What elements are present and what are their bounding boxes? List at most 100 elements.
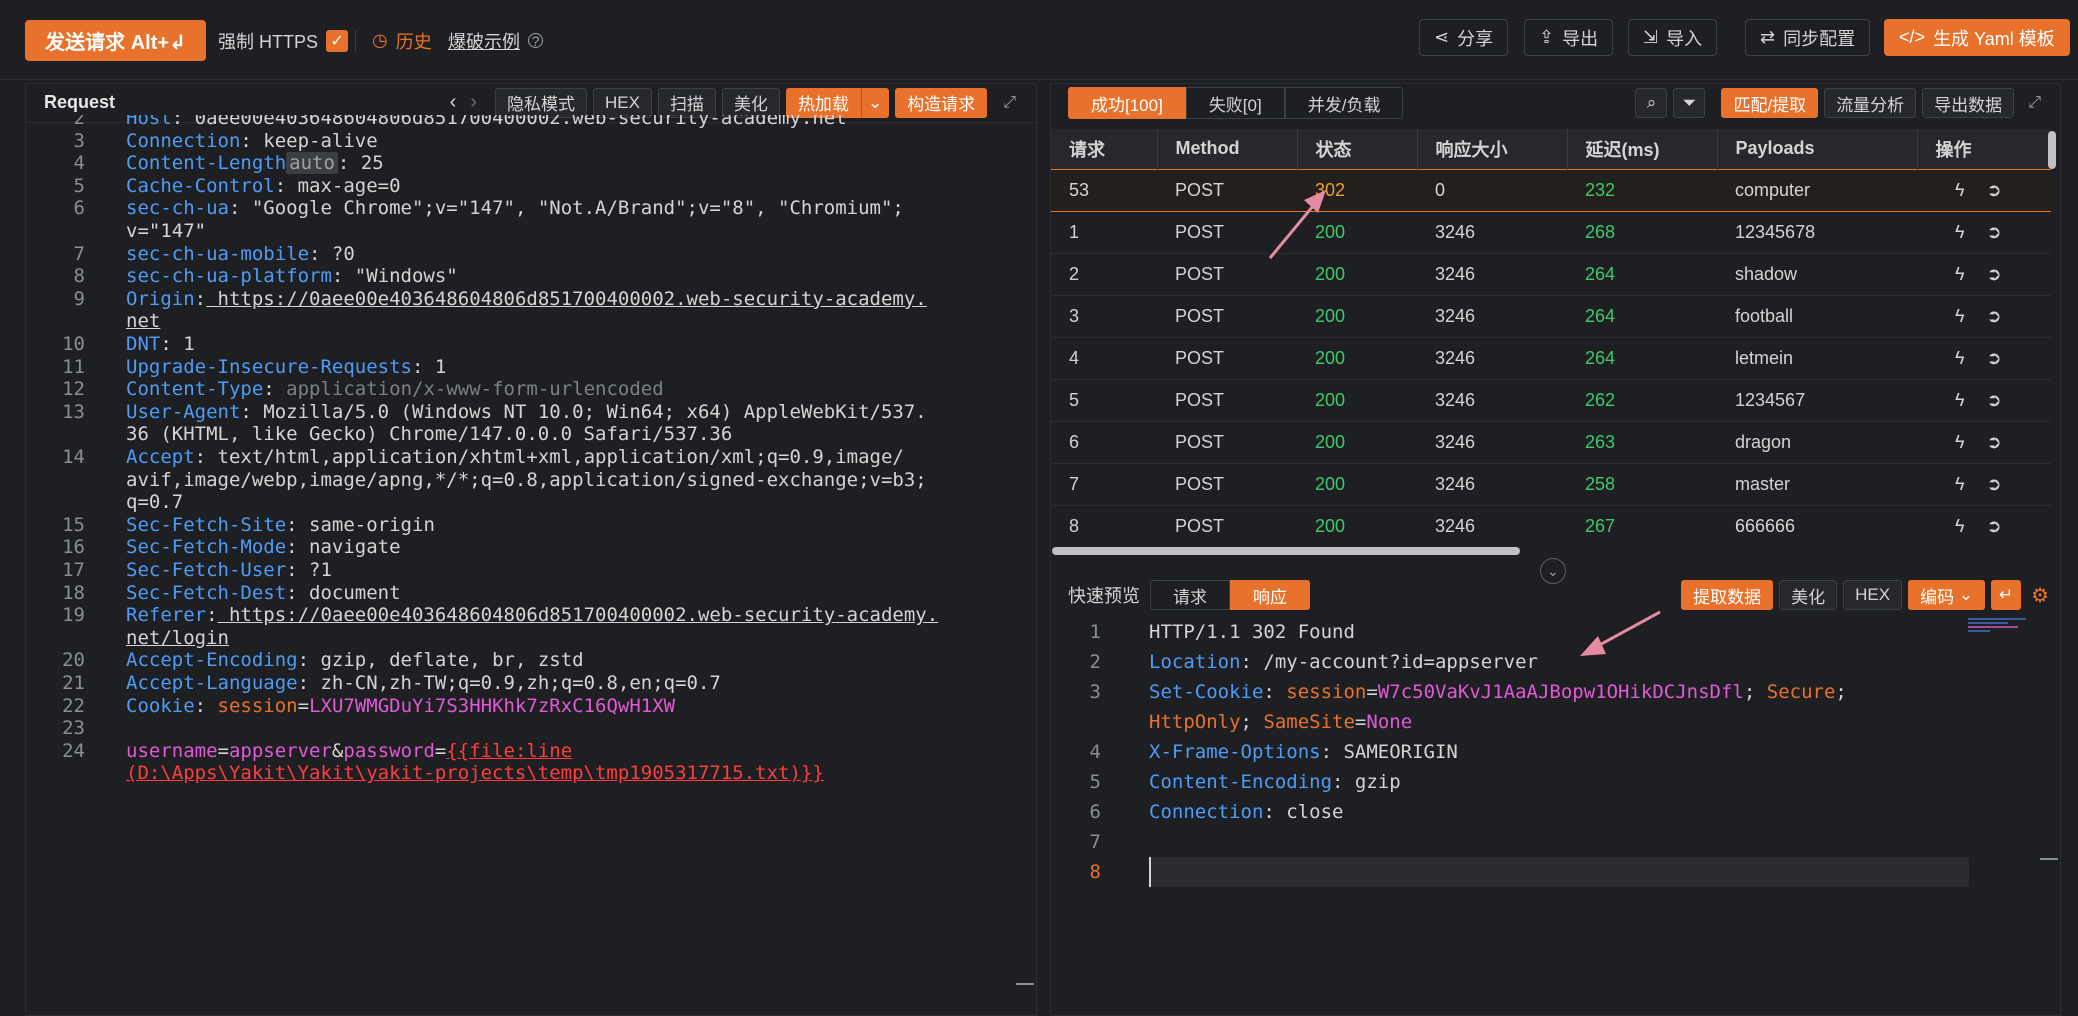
cookie-flag: Secure — [1766, 681, 1836, 703]
match-extract-button[interactable]: 匹配/提取 — [1721, 88, 1819, 118]
sync-label: 同步配置 — [1783, 28, 1856, 49]
arrow-circle-icon[interactable]: ➲ — [1987, 432, 2002, 453]
hotload-button[interactable]: 热加载 — [785, 87, 861, 118]
beautify-button[interactable]: 美化 — [721, 87, 780, 118]
export-button[interactable]: ⇪ 导出 — [1524, 19, 1614, 56]
table-row[interactable]: 2 POST 200 3246 264 shadow ϟ ➲ — [1051, 253, 2051, 296]
minimap — [1968, 617, 2030, 632]
column-header[interactable]: Payloads — [1717, 129, 1918, 169]
arrow-circle-icon[interactable]: ➲ — [1987, 348, 2002, 369]
header-key: Location — [1149, 651, 1241, 673]
table-cell: 262 — [1567, 379, 1717, 422]
table-cell: 5 — [1051, 379, 1157, 422]
response-editor[interactable]: 1 HTTP/1.1 302 Found 2 Location: /my-accoun… — [1051, 617, 2051, 917]
column-header[interactable]: 状态 — [1297, 129, 1418, 169]
table-cell: 2 — [1051, 253, 1157, 296]
tab-success[interactable]: 成功[100] — [1068, 87, 1186, 119]
column-header[interactable]: 请求 — [1051, 129, 1158, 169]
share-button[interactable]: ⋖ 分享 — [1419, 19, 1509, 56]
column-header[interactable]: 延迟(ms) — [1567, 129, 1718, 169]
export-data-button[interactable]: 导出数据 — [1922, 88, 2015, 118]
column-header[interactable]: 操作 — [1917, 129, 2051, 169]
sync-config-button[interactable]: ⇄ 同步配置 — [1745, 19, 1871, 56]
arrow-circle-icon[interactable]: ➲ — [1987, 180, 2002, 201]
lightning-icon[interactable]: ϟ — [1955, 348, 1965, 369]
traffic-analysis-button[interactable]: 流量分析 — [1824, 88, 1917, 118]
table-cell: 264 — [1567, 253, 1717, 296]
wrap-icon[interactable]: ↵ — [1991, 580, 2022, 610]
arrow-circle-icon[interactable]: ➲ — [1987, 222, 2002, 243]
arrow-circle-icon[interactable]: ➲ — [1987, 390, 2002, 411]
search-icon[interactable]: ⌕ — [1635, 88, 1668, 118]
lightning-icon[interactable]: ϟ — [1955, 306, 1965, 327]
fullscreen-icon[interactable]: ⤢ — [1003, 94, 1016, 112]
generate-yaml-button[interactable]: </> 生成 Yaml 模板 — [1884, 19, 2070, 56]
table-cell: 267 — [1567, 505, 1717, 544]
encode-label: 编码 — [1920, 587, 1955, 607]
lightning-icon[interactable]: ϟ — [1955, 264, 1965, 285]
lightning-icon[interactable]: ϟ — [1955, 390, 1965, 411]
lightning-icon[interactable]: ϟ — [1955, 180, 1965, 201]
fullscreen-icon[interactable]: ⤢ — [2028, 94, 2041, 112]
history-label: 历史 — [395, 31, 432, 52]
lightning-icon[interactable]: ϟ — [1955, 432, 1965, 453]
generate-yaml-label: 生成 Yaml 模板 — [1933, 28, 2055, 49]
horizontal-scrollbar[interactable] — [1052, 547, 1520, 555]
column-header[interactable]: 响应大小 — [1417, 129, 1568, 169]
request-title: Request — [44, 92, 116, 112]
import-button[interactable]: ⇲ 导入 — [1628, 19, 1718, 56]
send-request-button[interactable]: 发送请求 Alt+↲ — [25, 20, 206, 61]
history-button[interactable]: ◷ 历史 — [372, 20, 432, 61]
header-value: SAMEORIGIN — [1332, 741, 1458, 763]
extract-data-button[interactable]: 提取数据 — [1681, 580, 1774, 610]
request-editor[interactable]: 2 Host: 0aee00e403648604806d851700400002.… — [25, 115, 1036, 1016]
preview-tab-request[interactable]: 请求 — [1150, 580, 1230, 610]
lightning-icon[interactable]: ϟ — [1955, 516, 1965, 537]
vertical-scrollbar[interactable] — [2048, 131, 2056, 169]
table-row[interactable]: 7 POST 200 3246 258 master ϟ ➲ — [1051, 463, 2051, 506]
arrow-circle-icon[interactable]: ➲ — [1987, 516, 2002, 537]
build-request-label: 构造请求 — [907, 95, 976, 114]
match-extract-label: 匹配/提取 — [1733, 95, 1807, 115]
table-cell: 3246 — [1417, 295, 1567, 338]
preview-tab-response[interactable]: 响应 — [1230, 580, 1310, 610]
build-request-button[interactable]: 构造请求 — [895, 87, 988, 118]
table-row[interactable]: 5 POST 200 3246 262 1234567 ϟ ➲ — [1051, 379, 2051, 422]
chevron-right-icon[interactable]: › — [470, 91, 477, 114]
table-row[interactable]: 3 POST 200 3246 264 football ϟ ➲ — [1051, 295, 2051, 338]
table-cell: 7 — [1051, 463, 1157, 506]
arrow-circle-icon[interactable]: ➲ — [1987, 264, 2002, 285]
preview-hex-button[interactable]: HEX — [1843, 580, 1903, 610]
scan-button[interactable]: 扫描 — [657, 87, 716, 118]
arrow-circle-icon[interactable]: ➲ — [1987, 306, 2002, 327]
arrow-circle-icon[interactable]: ➲ — [1987, 474, 2002, 495]
checkbox-checked-icon[interactable]: ✓ — [326, 29, 349, 52]
preview-response-label: 响应 — [1253, 587, 1287, 607]
force-https-toggle[interactable]: 强制 HTTPS ✓ — [218, 20, 349, 61]
code-line — [1149, 857, 1969, 887]
chevron-left-icon[interactable]: ‹ — [450, 91, 457, 114]
table-header-row: 请求 Method 状态 响应大小 延迟(ms) Payloads 操作 — [1051, 129, 2051, 169]
tab-fail[interactable]: 失败[0] — [1185, 87, 1285, 119]
lightning-icon[interactable]: ϟ — [1955, 222, 1965, 243]
filter-icon[interactable]: ⏷ — [1673, 88, 1706, 118]
encode-dropdown[interactable]: 编码 ⌄ — [1908, 580, 1986, 610]
gear-icon[interactable]: ⚙ — [2031, 583, 2049, 608]
op: = — [1366, 681, 1378, 703]
preview-beautify-button[interactable]: 美化 — [1779, 580, 1838, 610]
cookie-flag-value: None — [1366, 711, 1413, 733]
scroll-indicator[interactable] — [1016, 983, 1034, 985]
table-row[interactable]: 53 POST 302 0 232 computer ϟ ➲ — [1051, 168, 2051, 212]
table-cell: 53 — [1051, 168, 1157, 212]
lightning-icon[interactable]: ϟ — [1955, 474, 1965, 495]
hex-button[interactable]: HEX — [592, 87, 652, 118]
privacy-mode-button[interactable]: 隐私模式 — [494, 87, 587, 118]
table-row[interactable]: 8 POST 200 3246 267 666666 ϟ ➲ — [1051, 505, 2051, 544]
blast-example-link[interactable]: 爆破示例? — [448, 20, 543, 61]
table-row[interactable]: 6 POST 200 3246 263 dragon ϟ ➲ — [1051, 421, 2051, 464]
table-row[interactable]: 4 POST 200 3246 264 letmein ϟ ➲ — [1051, 337, 2051, 380]
column-header[interactable]: Method — [1157, 129, 1298, 169]
tab-concurrency[interactable]: 并发/负载 — [1284, 87, 1404, 119]
hotload-dropdown[interactable]: ⌄ — [860, 87, 890, 118]
table-row[interactable]: 1 POST 200 3246 268 12345678 ϟ ➲ — [1051, 211, 2051, 254]
